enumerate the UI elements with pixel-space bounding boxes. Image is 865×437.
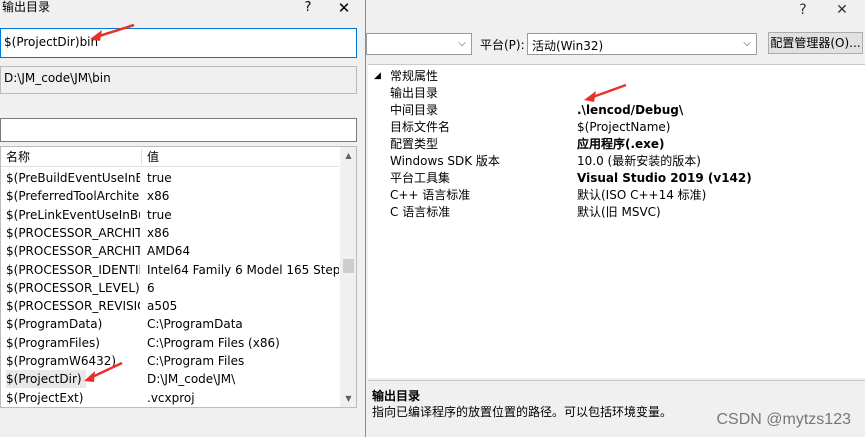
property-value: 默认(旧 MSVC) (577, 205, 661, 219)
help-icon[interactable]: ? (787, 0, 819, 22)
column-header-value[interactable]: 值 (147, 147, 159, 167)
collapse-triangle-icon[interactable]: ◢ (374, 68, 381, 85)
property-name: C 语言标准 (390, 205, 451, 219)
macro-list: 名称 值 $(PreBuildEventUseInBui...true$(Pre… (0, 146, 357, 408)
macro-value: C:\Program Files (147, 354, 245, 368)
macro-row[interactable]: $(ProjectExt) .vcxproj (1, 389, 339, 407)
property-name: 中间目录 (390, 103, 439, 117)
property-value: 默认(ISO C++14 标准) (577, 188, 707, 202)
property-row[interactable]: 中间目录 .\lencod/Debug\ (368, 102, 865, 119)
macro-value: x86 (147, 225, 170, 240)
property-row[interactable]: 目标文件名 $(ProjectName) (368, 119, 865, 136)
scroll-thumb[interactable] (343, 259, 354, 273)
macro-name: $(ProgramFiles) (6, 335, 100, 350)
property-row[interactable]: 平台工具集 Visual Studio 2019 (v142) (368, 170, 865, 187)
macro-value: .vcxproj (147, 390, 195, 405)
macro-row[interactable]: $(ProgramW6432) C:\Program Files (1, 352, 339, 370)
macro-name: $(PreferredToolArchitect... (6, 189, 140, 204)
chevron-down-icon: ⌵ (743, 38, 751, 49)
column-header-name[interactable]: 名称 (6, 147, 30, 167)
macro-row[interactable]: $(PreferredToolArchitect... x86 (1, 187, 339, 205)
macro-list-header: 名称 值 (1, 147, 339, 167)
platform-label: 平台(P): (480, 38, 525, 52)
property-row[interactable]: Windows SDK 版本 10.0 (最新安装的版本) (368, 153, 865, 170)
macro-name: $(ProgramW6432) (6, 354, 117, 368)
macro-row[interactable]: $(PreLinkEventUseInBuild) true (1, 206, 339, 224)
macro-value: AMD64 (147, 244, 191, 259)
macro-value: a505 (147, 299, 178, 314)
help-icon[interactable]: ? (298, 0, 318, 16)
macro-name: $(ProjectDir) (6, 370, 86, 389)
property-value: .\lencod/Debug\ (577, 103, 684, 117)
macro-name: $(PreBuildEventUseInBui... (6, 171, 140, 185)
macro-row[interactable]: $(PROCESSOR_REVISION) a505 (1, 297, 339, 315)
macro-value: 6 (147, 280, 155, 295)
macro-row[interactable]: $(ProgramFiles) C:\Program Files (x86) (1, 334, 339, 352)
macro-value: Intel64 Family 6 Model 165 Stepping 5 (147, 262, 339, 277)
scroll-up-icon[interactable]: ▲ (340, 147, 356, 164)
property-name: C++ 语言标准 (390, 188, 471, 202)
property-value: 10.0 (最新安装的版本) (577, 154, 701, 168)
property-name: Windows SDK 版本 (390, 154, 500, 168)
evaluated-value-field: D:\JM_code\JM\bin (0, 66, 357, 94)
property-value: Visual Studio 2019 (v142) (577, 171, 752, 185)
output-directory-dialog: 输出目录 ? ✕ $(ProjectDir)bin D:\JM_code\JM\… (0, 0, 366, 437)
description-text: 指向已编译程序的放置位置的路径。可以包括环境变量。 (372, 405, 673, 419)
dialog-title: 输出目录 (2, 0, 51, 14)
macro-row[interactable]: $(PROCESSOR_ARCHITE... x86 (1, 224, 339, 242)
close-icon[interactable]: ✕ (826, 0, 858, 22)
property-name: 目标文件名 (390, 120, 451, 134)
macro-name: $(ProgramData) (6, 317, 103, 332)
macro-value: x86 (147, 189, 170, 204)
property-value: 应用程序(.exe) (577, 137, 665, 151)
vertical-scrollbar[interactable]: ▲ ▼ (340, 147, 356, 407)
macro-row[interactable]: $(PreBuildEventUseInBui... true (1, 169, 339, 187)
macro-name: $(ProjectExt) (6, 390, 84, 405)
macro-value: D:\JM_code\JM\ (147, 372, 236, 387)
property-name: 配置类型 (390, 137, 439, 151)
property-name: 输出目录 (390, 86, 439, 100)
macro-name: $(PROCESSOR_LEVEL) (6, 280, 140, 295)
macro-filter-input[interactable] (0, 118, 357, 142)
close-icon[interactable]: ✕ (334, 0, 354, 16)
macro-value: C:\ProgramData (147, 317, 243, 332)
configuration-combo[interactable]: ⌵ (366, 33, 472, 55)
config-manager-button[interactable]: 配置管理器(O)... (768, 32, 863, 54)
macro-name: $(PROCESSOR_IDENTIFI... (6, 262, 140, 277)
macro-name: $(PROCESSOR_ARCHITE... (6, 244, 140, 259)
platform-combo[interactable]: 活动(Win32) ⌵ (527, 33, 757, 55)
macro-name: $(PROCESSOR_ARCHITE... (6, 225, 140, 240)
property-name: 平台工具集 (390, 171, 451, 185)
property-row[interactable]: C 语言标准 默认(旧 MSVC) (368, 204, 865, 221)
property-row[interactable]: 输出目录 (368, 85, 865, 102)
property-value: $(ProjectName) (577, 120, 671, 134)
macro-row[interactable]: $(PROCESSOR_ARCHITE... AMD64 (1, 242, 339, 260)
macro-row[interactable]: $(PROCESSOR_IDENTIFI... Intel64 Family 6 … (1, 261, 339, 279)
category-row[interactable]: ◢ 常规属性 (368, 68, 865, 85)
macro-value: true (147, 207, 172, 222)
macro-row[interactable]: $(ProjectDir) D:\JM_code\JM\ (1, 370, 339, 389)
path-edit-field[interactable]: $(ProjectDir)bin (0, 28, 357, 58)
description-title: 输出目录 (372, 389, 421, 403)
macro-row[interactable]: $(ProgramData) C:\ProgramData (1, 315, 339, 333)
macro-name: $(PreLinkEventUseInBuild) (6, 207, 140, 222)
scroll-down-icon[interactable]: ▼ (340, 390, 356, 407)
macro-value: C:\Program Files (x86) (147, 335, 280, 350)
property-row[interactable]: C++ 语言标准 默认(ISO C++14 标准) (368, 187, 865, 204)
property-grid: ◢ 常规属性 输出目录中间目录 .\lencod/Debug\ 目标文件名 $(Pro… (368, 64, 865, 378)
macro-value: true (147, 171, 172, 185)
macro-name: $(PROCESSOR_REVISION) (6, 299, 140, 314)
chevron-down-icon: ⌵ (458, 38, 466, 49)
property-row[interactable]: 配置类型 应用程序(.exe) (368, 136, 865, 153)
watermark: CSDN @mytzs123 (716, 411, 852, 428)
macro-row[interactable]: $(PROCESSOR_LEVEL) 6 (1, 279, 339, 297)
